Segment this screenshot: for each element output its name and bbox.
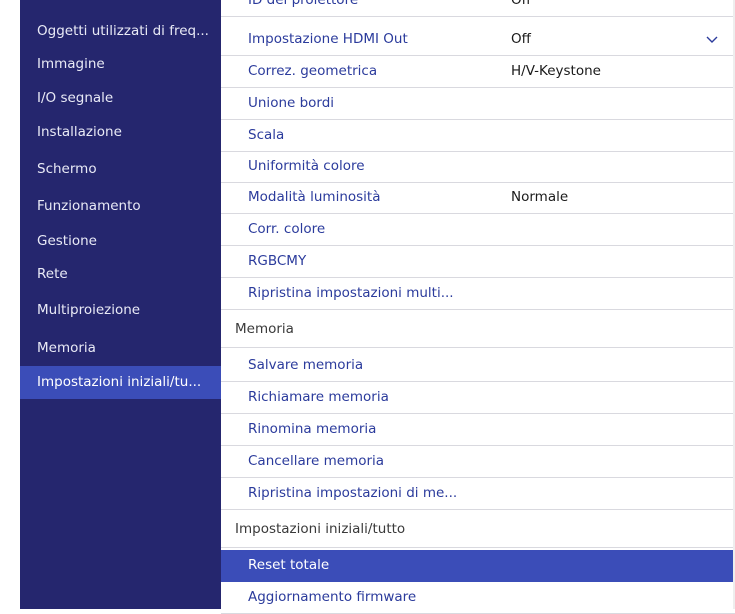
- sidebar-item-multiproiezione[interactable]: Multiproiezione: [20, 294, 221, 327]
- sidebar-item-gestione[interactable]: Gestione: [20, 225, 221, 258]
- settings-row-aggiornamento-firmware[interactable]: Aggiornamento firmware: [221, 582, 735, 614]
- settings-row-rinomina-memoria[interactable]: Rinomina memoria: [221, 414, 735, 446]
- settings-row-ripristina-multi[interactable]: Ripristina impostazioni multi...: [221, 278, 735, 310]
- section-label: Memoria: [235, 321, 294, 337]
- row-value: Off: [511, 0, 531, 8]
- row-label: Reset totale: [248, 557, 330, 573]
- sidebar-item-rete[interactable]: Rete: [20, 258, 221, 291]
- row-label: Richiamare memoria: [248, 389, 389, 405]
- settings-row-modalita-luminosita[interactable]: Modalità luminosità Normale: [221, 182, 735, 214]
- sidebar-item-frequent[interactable]: Oggetti utilizzati di freq...: [20, 15, 221, 48]
- row-label: ID del proiettore: [248, 0, 359, 8]
- sidebar-item-io-segnale[interactable]: I/O segnale: [20, 82, 221, 115]
- settings-row-id-proiettore[interactable]: ID del proiettore Off: [221, 0, 735, 17]
- row-label: Modalità luminosità: [248, 189, 381, 205]
- row-value: Normale: [511, 189, 569, 205]
- sidebar-item-immagine[interactable]: Immagine: [20, 48, 221, 81]
- section-header-memoria: Memoria: [221, 310, 735, 348]
- row-label: Correz. geometrica: [248, 63, 378, 79]
- chevron-down-icon[interactable]: [705, 33, 719, 47]
- settings-row-scala[interactable]: Scala: [221, 120, 735, 152]
- row-label: Unione bordi: [248, 95, 335, 111]
- sidebar-item-memoria[interactable]: Memoria: [20, 332, 221, 365]
- settings-row-uniformita-colore[interactable]: Uniformità colore: [221, 151, 735, 183]
- row-label: Salvare memoria: [248, 357, 364, 373]
- row-label: Cancellare memoria: [248, 453, 385, 469]
- row-label: Impostazione HDMI Out: [248, 31, 408, 47]
- section-header-impostazioni: Impostazioni iniziali/tutto: [221, 510, 735, 548]
- row-label: RGBCMY: [248, 253, 307, 269]
- section-label: Impostazioni iniziali/tutto: [235, 521, 406, 537]
- row-label: Aggiornamento firmware: [248, 589, 417, 605]
- settings-row-correz-geometrica[interactable]: Correz. geometrica H/V-Keystone: [221, 56, 735, 88]
- row-value: H/V-Keystone: [511, 63, 601, 79]
- settings-row-cancellare-memoria[interactable]: Cancellare memoria: [221, 446, 735, 478]
- sidebar-item-installazione[interactable]: Installazione: [20, 116, 221, 149]
- row-label: Ripristina impostazioni multi...: [248, 285, 454, 301]
- sidebar-item-funzionamento[interactable]: Funzionamento: [20, 190, 221, 223]
- row-label: Corr. colore: [248, 221, 326, 237]
- row-label: Scala: [248, 127, 285, 143]
- settings-row-richiamare-memoria[interactable]: Richiamare memoria: [221, 382, 735, 414]
- sidebar-menu: Oggetti utilizzati di freq... Immagine I…: [20, 0, 221, 609]
- sidebar-item-impostazioni-iniziali[interactable]: Impostazioni iniziali/tu...: [20, 366, 221, 399]
- settings-list: ID del proiettore Off Impostazione HDMI …: [221, 0, 735, 614]
- settings-row-reset-totale[interactable]: Reset totale: [221, 550, 735, 582]
- row-label: Rinomina memoria: [248, 421, 377, 437]
- settings-row-corr-colore[interactable]: Corr. colore: [221, 214, 735, 246]
- settings-row-rgbcmy[interactable]: RGBCMY: [221, 246, 735, 278]
- row-label: Ripristina impostazioni di me...: [248, 485, 458, 501]
- settings-row-hdmi-out[interactable]: Impostazione HDMI Out Off: [221, 24, 735, 56]
- sidebar-item-schermo[interactable]: Schermo: [20, 153, 221, 186]
- settings-row-unione-bordi[interactable]: Unione bordi: [221, 88, 735, 120]
- row-value: Off: [511, 31, 531, 47]
- row-label: Uniformità colore: [248, 158, 365, 174]
- settings-row-ripristina-memoria[interactable]: Ripristina impostazioni di me...: [221, 478, 735, 510]
- settings-row-salvare-memoria[interactable]: Salvare memoria: [221, 350, 735, 382]
